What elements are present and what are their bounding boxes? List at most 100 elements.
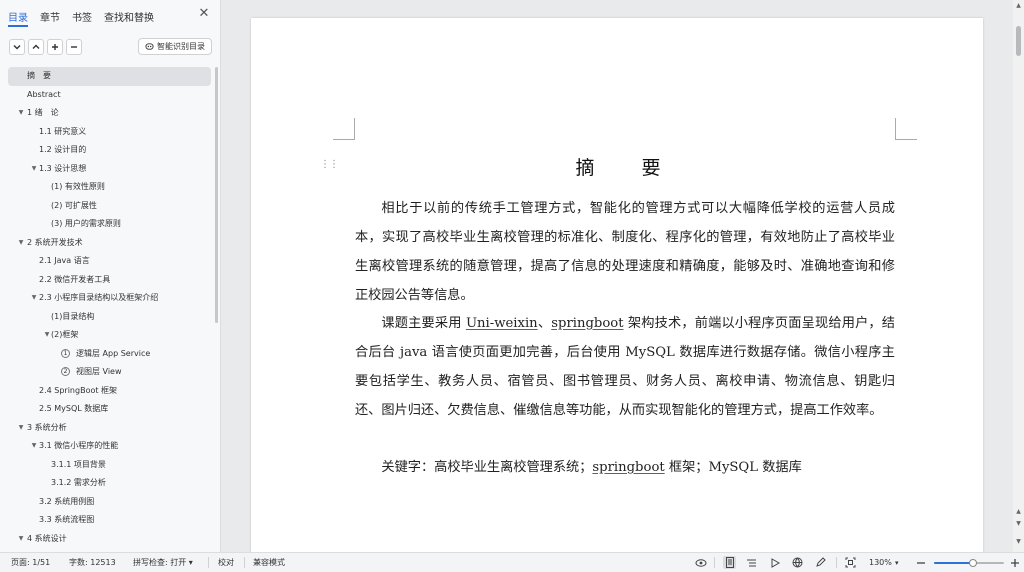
toc-item[interactable]: (1) 有效性原则: [0, 178, 214, 197]
fit-page-icon[interactable]: [844, 556, 857, 569]
zoom-level[interactable]: 130%: [869, 557, 892, 569]
toc-item[interactable]: 3.2 系统用例图: [0, 493, 214, 512]
toc-item[interactable]: 1 逻辑层 App Service: [0, 345, 214, 364]
toc-item[interactable]: ▼ 1 绪 论: [0, 104, 214, 123]
para2-text-b: 、: [537, 316, 552, 331]
page-view-icon[interactable]: [723, 556, 736, 569]
document-scrollbar[interactable]: ▲ ▲ ▼ ▼: [1013, 0, 1024, 552]
expand-down-button[interactable]: [9, 39, 25, 55]
expand-caret-icon[interactable]: ▼: [43, 326, 51, 345]
toc-item-text: (2)框架: [51, 330, 79, 339]
expand-caret-icon[interactable]: ▼: [17, 234, 25, 253]
toc-item[interactable]: 3.1.2 需求分析: [0, 474, 214, 493]
toc-item[interactable]: 1.1 研究意义: [0, 123, 214, 142]
toc-item-label: 2 视图层 View: [61, 363, 122, 382]
page-indicator[interactable]: 页面: 1/51: [11, 557, 50, 569]
toc-item-text: 1.1 研究意义: [39, 126, 87, 136]
toc-item[interactable]: ▼ 3.1 微信小程序的性能: [0, 437, 214, 456]
toc-item[interactable]: 2 视图层 View: [0, 363, 214, 382]
zoom-slider-knob[interactable]: [968, 559, 977, 567]
keywords-text-a: 高校毕业生离校管理系统；: [434, 460, 593, 475]
toc-item[interactable]: ▼ 3 系统分析: [0, 419, 214, 438]
zoom-in-icon[interactable]: [1008, 556, 1021, 569]
toc-item[interactable]: 2.4 SpringBoot 框架: [0, 382, 214, 401]
toc-item[interactable]: 1.2 设计目的: [0, 141, 214, 160]
expand-caret-icon[interactable]: ▼: [17, 530, 25, 549]
collapse-up-button[interactable]: [28, 39, 44, 55]
toc-item[interactable]: 2.1 Java 语言: [0, 252, 214, 271]
toc-item-text: 1.2 设计目的: [39, 145, 87, 154]
spellcheck-label: 拼写检查: 打开: [133, 558, 187, 567]
sidebar-scrollbar[interactable]: [215, 67, 218, 323]
toc-item-label: 1.1 研究意义: [39, 123, 86, 142]
toc-item-label: 2.2 微信开发者工具: [39, 271, 110, 290]
toc-item-text: 3.2 系统用例图: [39, 496, 95, 506]
toc-item-text: 2.3 小程序目录结构以及框架介绍: [39, 293, 159, 302]
toc-item-label: 2.4 SpringBoot 框架: [39, 382, 117, 401]
scroll-up-icon[interactable]: ▲: [1015, 2, 1022, 9]
tab-bookmarks[interactable]: 书签: [72, 9, 92, 27]
tab-chapters[interactable]: 章节: [40, 9, 60, 27]
toc-item[interactable]: ▼ (2)框架: [0, 326, 214, 345]
toc-item-text: 摘 要: [27, 71, 51, 80]
smart-toc-button[interactable]: 智能识别目录: [138, 38, 212, 55]
toc-item-label: (2) 可扩展性: [51, 197, 97, 216]
remove-item-button[interactable]: [66, 39, 82, 55]
pen-icon[interactable]: [814, 556, 827, 569]
toc-item-label: 1.2 设计目的: [39, 141, 86, 160]
crop-mark-top-right: [895, 118, 917, 140]
toc-item[interactable]: 2.5 MySQL 数据库: [0, 400, 214, 419]
page-up-icon[interactable]: ▲: [1015, 508, 1022, 515]
zoom-slider[interactable]: [934, 559, 1004, 567]
spellcheck-toggle[interactable]: 拼写检查: 打开 ▾: [133, 557, 193, 569]
scroll-down-icon[interactable]: ▼: [1015, 538, 1022, 545]
toc-item[interactable]: 2.2 微信开发者工具: [0, 271, 214, 290]
drag-handle-icon[interactable]: ⋮⋮: [320, 159, 339, 170]
expand-caret-icon[interactable]: ▼: [17, 419, 25, 438]
status-bar: 页面: 1/51 字数: 12513 拼写检查: 打开 ▾ 校对 兼容模式 13…: [0, 552, 1024, 572]
para2-text-a: 课题主要采用: [381, 316, 466, 331]
page-down-icon[interactable]: ▼: [1015, 520, 1022, 527]
expand-caret-icon[interactable]: ▼: [17, 104, 25, 123]
toc-toolbar: [9, 39, 82, 55]
chevron-down-icon[interactable]: ▾: [895, 557, 899, 569]
toc-item-text: 4 系统设计: [27, 533, 67, 543]
divider: [836, 557, 837, 568]
expand-caret-icon[interactable]: ▼: [30, 437, 38, 456]
sidebar-tabs: 目录 章节 书签 查找和替换: [8, 9, 166, 27]
toc-item[interactable]: 3.3 系统流程图: [0, 511, 214, 530]
proofread-button[interactable]: 校对: [218, 557, 234, 569]
document-page: ⋮⋮ 摘 要 相比于以前的传统手工管理方式，智能化的管理方式可以大幅降低学校的运…: [251, 18, 983, 552]
toc-item[interactable]: (3) 用户的需求原则: [0, 215, 214, 234]
outline-view-icon[interactable]: [745, 556, 758, 569]
minus-icon: [71, 46, 77, 48]
globe-icon[interactable]: [791, 556, 804, 569]
toc-item[interactable]: (1)目录结构: [0, 308, 214, 327]
tab-toc[interactable]: 目录: [8, 9, 28, 27]
toc-item[interactable]: (2) 可扩展性: [0, 197, 214, 216]
toc-item-label: 1 绪 论: [27, 104, 59, 123]
divider: [714, 557, 715, 568]
close-icon[interactable]: ✕: [197, 7, 211, 21]
scrollbar-thumb[interactable]: [1016, 26, 1021, 56]
abstract-paragraph-2: 课题主要采用 Uni-weixin、springboot 架构技术，前端以小程序…: [355, 309, 895, 425]
play-icon[interactable]: [768, 556, 781, 569]
word-count[interactable]: 字数: 12513: [69, 557, 116, 569]
expand-caret-icon[interactable]: ▼: [30, 289, 38, 308]
toc-item-label: (1) 有效性原则: [51, 178, 105, 197]
toc-item-label: (1)目录结构: [51, 308, 94, 327]
plus-icon: [52, 44, 58, 50]
toc-item[interactable]: ▼ 2.3 小程序目录结构以及框架介绍: [0, 289, 214, 308]
tab-find-replace[interactable]: 查找和替换: [104, 9, 154, 27]
expand-caret-icon[interactable]: ▼: [30, 160, 38, 179]
toc-item[interactable]: ▼ 1.3 设计思想: [0, 160, 214, 179]
toc-item[interactable]: Abstract: [0, 86, 214, 105]
add-item-button[interactable]: [47, 39, 63, 55]
toc-item[interactable]: 摘 要: [8, 67, 211, 86]
toc-item[interactable]: ▼ 2 系统开发技术: [0, 234, 214, 253]
toc-item[interactable]: 3.1.1 项目背景: [0, 456, 214, 475]
zoom-out-icon[interactable]: [914, 556, 927, 569]
zoom-slider-fill: [934, 562, 973, 564]
eye-icon[interactable]: [694, 556, 707, 569]
toc-item[interactable]: ▼ 4 系统设计: [0, 530, 214, 549]
